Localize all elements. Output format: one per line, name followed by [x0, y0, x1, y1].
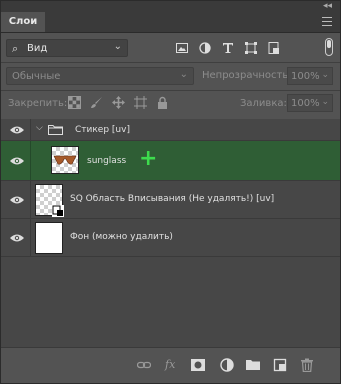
layer-thumbnail [35, 184, 64, 217]
layers-panel: ◂◂ Слои ⌕ Вид ⌄ Обычные ⌄ Непрозрачность… [0, 0, 341, 384]
fill-label: Заливка: [240, 98, 287, 109]
link-layers-icon[interactable] [137, 358, 151, 372]
eye-icon[interactable] [10, 157, 24, 165]
visibility-cell[interactable] [1, 219, 31, 256]
blend-mode-select[interactable]: Обычные ⌄ [6, 67, 194, 85]
filter-toggle[interactable] [325, 38, 333, 56]
filter-kind-select[interactable]: ⌕ Вид ⌄ [6, 39, 128, 57]
layers-list: ⌵ Стикер [uv] sunglass + SQ Область Впис… [1, 119, 340, 347]
add-mask-icon[interactable] [191, 358, 205, 372]
chevron-down-icon[interactable]: ⌵ [36, 123, 43, 133]
lock-image-pixels-icon[interactable] [90, 96, 103, 109]
opacity-label: Непрозрачность: [202, 70, 292, 81]
fx-icon[interactable]: fx [165, 358, 179, 372]
panel-menu-icon[interactable] [322, 17, 332, 26]
chevron-down-icon: ⌄ [179, 69, 188, 80]
layer-thumbnail [35, 222, 63, 254]
divider [1, 347, 340, 348]
image-filter-icon[interactable] [176, 42, 188, 54]
new-group-icon[interactable] [246, 358, 260, 372]
layer-name[interactable]: Фон (можно удалить) [70, 232, 173, 242]
blend-mode-value: Обычные [12, 71, 61, 82]
opacity-value: 100% [291, 71, 320, 82]
shape-filter-icon[interactable] [245, 42, 257, 54]
eye-icon[interactable] [10, 126, 24, 134]
smart-object-filter-icon[interactable] [268, 42, 280, 54]
panel-top-bar: ◂◂ [1, 1, 340, 12]
collapse-panel-icon[interactable]: ◂◂ [323, 1, 332, 12]
lock-all-icon[interactable] [156, 96, 169, 109]
fill-field[interactable]: 100% ⌄ [287, 94, 333, 112]
adjustment-layer-icon[interactable] [220, 358, 234, 372]
lock-transparent-pixels-icon[interactable] [68, 96, 81, 109]
visibility-cell[interactable] [1, 181, 31, 218]
chevron-down-icon[interactable]: ⌄ [321, 70, 329, 80]
layer-sunglass[interactable]: sunglass + [1, 141, 340, 181]
chevron-down-icon[interactable]: ⌄ [321, 97, 329, 107]
layer-sq-area[interactable]: SQ Область Вписывания (Не удалять!) [uv] [1, 181, 340, 219]
trash-icon[interactable] [300, 358, 314, 372]
lock-position-icon[interactable] [112, 96, 125, 109]
layer-name[interactable]: sunglass [87, 156, 126, 166]
layer-name[interactable]: SQ Область Вписывания (Не удалять!) [uv] [70, 194, 274, 204]
adjustment-filter-icon[interactable] [199, 42, 211, 54]
filter-kind-label: Вид [27, 43, 48, 54]
panel-tab-row: Слои [1, 12, 340, 33]
chevron-down-icon: ⌄ [113, 41, 122, 52]
layer-group[interactable]: ⌵ Стикер [uv] [1, 119, 340, 141]
smart-object-badge-icon [52, 205, 64, 217]
search-icon: ⌕ [12, 42, 19, 55]
tab-layers[interactable]: Слои [1, 12, 45, 32]
layer-background[interactable]: Фон (можно удалить) [1, 219, 340, 257]
divider [1, 62, 340, 63]
type-filter-icon[interactable] [222, 42, 234, 54]
eye-icon[interactable] [10, 234, 24, 242]
layer-name[interactable]: Стикер [uv] [75, 125, 130, 135]
folder-icon [48, 125, 63, 135]
visibility-cell[interactable] [1, 141, 31, 180]
opacity-field[interactable]: 100% ⌄ [287, 67, 333, 85]
divider [1, 90, 340, 91]
visibility-cell[interactable] [1, 119, 31, 140]
layer-thumbnail [51, 146, 79, 174]
new-layer-icon[interactable] [273, 358, 287, 372]
sunglasses-image [53, 155, 77, 165]
lock-label: Закрепить: [8, 98, 68, 109]
eye-icon[interactable] [10, 196, 24, 204]
fill-value: 100% [291, 98, 320, 109]
lock-artboard-icon[interactable] [134, 96, 147, 109]
plus-icon: + [139, 146, 158, 171]
